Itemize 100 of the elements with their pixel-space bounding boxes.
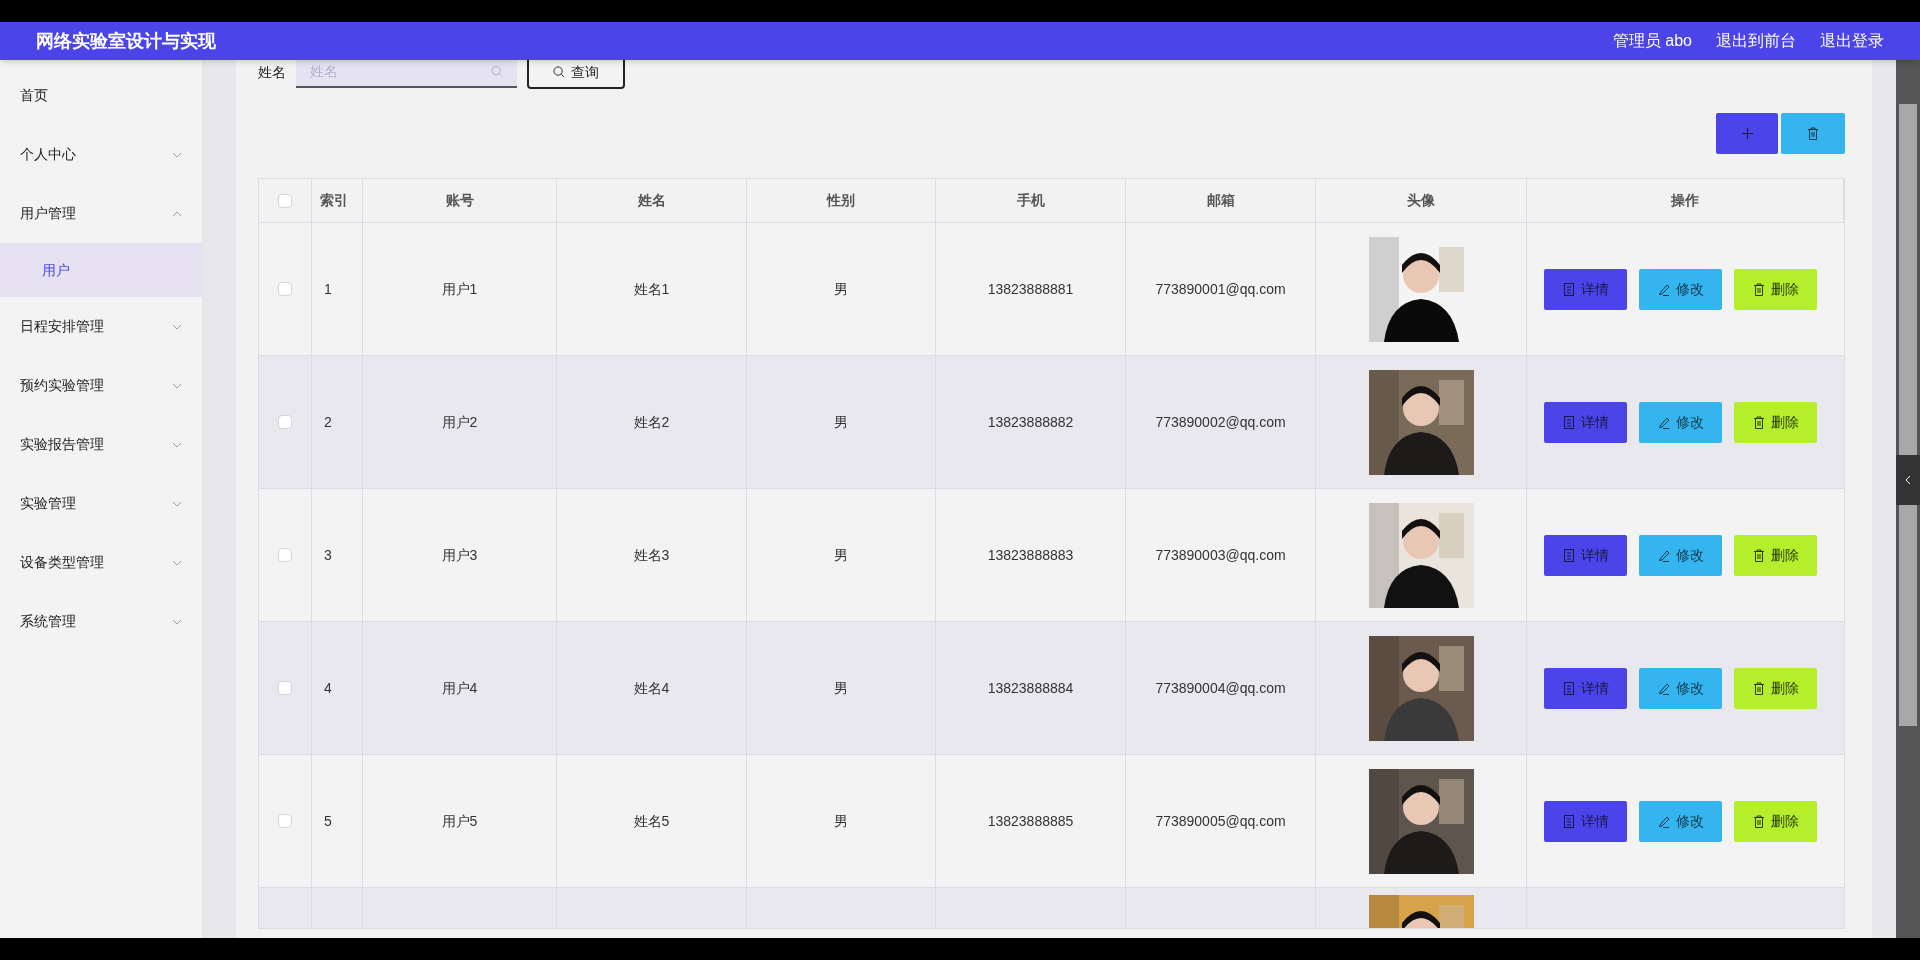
table-cell-text: 男 [834,678,848,698]
chevron-down-icon [172,323,182,330]
edit-button[interactable]: 修改 [1639,534,1722,576]
pencil-icon [1657,681,1670,695]
table-cell-text: 13823888883 [987,545,1074,565]
column-header: 操作 [1671,191,1699,210]
chevron-down-icon [172,151,182,158]
checkbox[interactable] [278,681,292,695]
sidebar-item[interactable]: 实验报告管理 [0,415,202,474]
table-cell-text: 1 [324,279,332,299]
plus-icon [1741,128,1753,139]
chevron-down-icon [172,441,182,448]
table-cell-text: 姓名5 [633,811,670,831]
header-link[interactable]: 退出登录 [1820,29,1884,53]
table-cell-text: 用户2 [441,412,478,432]
table-cell-text: 773890005@qq.com [1155,811,1286,831]
edit-button[interactable]: 修改 [1639,800,1722,842]
table-cell-text: 773890002@qq.com [1155,412,1286,432]
document-icon [1562,282,1575,296]
edit-button[interactable]: 修改 [1639,401,1722,443]
table-cell-text: 男 [834,279,848,299]
trash-icon [1752,548,1765,562]
document-icon [1562,814,1575,828]
column-header: 账号 [445,191,474,210]
add-button[interactable] [1716,113,1778,154]
chevron-down-icon [172,382,182,389]
table-cell-text: 姓名2 [633,412,670,432]
document-icon [1562,681,1575,695]
trash-icon [1752,282,1765,296]
column-header: 索引 [320,191,348,210]
delete-button[interactable]: 删除 [1734,800,1817,842]
trash-icon [1752,681,1765,695]
search-label: 姓名 [258,62,286,82]
column-header: 邮箱 [1206,191,1235,210]
edit-button[interactable]: 修改 [1639,268,1722,310]
column-header: 头像 [1407,191,1435,210]
collapse-handle[interactable] [1896,455,1920,505]
chevron-down-icon [172,618,182,625]
sidebar-item[interactable]: 系统管理 [0,592,202,651]
table-cell-text: 13823888885 [987,811,1074,831]
table-cell-text: 男 [834,412,848,432]
checkbox[interactable] [278,415,292,429]
table-cell-text: 姓名1 [633,279,670,299]
delete-button[interactable]: 删除 [1734,268,1817,310]
delete-button[interactable] [1781,113,1845,154]
delete-button[interactable]: 删除 [1734,401,1817,443]
chevron-down-icon [172,559,182,566]
sidebar-item[interactable]: 个人中心 [0,125,202,184]
table-cell-text: 773890001@qq.com [1155,279,1286,299]
table-cell-text: 用户3 [441,545,478,565]
checkbox[interactable] [278,193,292,208]
checkbox[interactable] [278,282,292,296]
table-cell-text: 男 [834,545,848,565]
chevron-up-icon [172,210,182,217]
scrollbar[interactable] [1896,60,1920,938]
sidebar-item[interactable]: 预约实验管理 [0,356,202,415]
document-icon [1562,415,1575,429]
trash-icon [1752,814,1765,828]
table-cell-text: 773890003@qq.com [1155,545,1286,565]
user-label: 管理员 abo [1612,31,1692,51]
table-cell-text: 13823888881 [987,279,1074,299]
trash-icon [1752,415,1765,429]
checkbox[interactable] [278,548,292,562]
table-cell-text: 用户5 [441,811,478,831]
delete-button[interactable]: 删除 [1734,534,1817,576]
search-icon [491,64,503,78]
table-cell-text: 4 [324,678,332,698]
table-cell-text: 5 [324,811,332,831]
sidebar-item[interactable]: 实验管理 [0,474,202,533]
column-header: 性别 [827,191,855,210]
sidebar-subitem[interactable]: 用户 [0,243,202,297]
table-cell-text: 2 [324,412,332,432]
sidebar-item[interactable]: 设备类型管理 [0,533,202,592]
pencil-icon [1657,548,1670,562]
header-link[interactable]: 退出到前台 [1716,29,1796,53]
trash-icon [1807,127,1819,140]
sidebar-item[interactable]: 日程安排管理 [0,297,202,356]
table-cell-text: 姓名4 [633,678,670,698]
chevron-down-icon [172,500,182,507]
table-cell-text: 男 [834,811,848,831]
table-cell-text: 13823888882 [987,412,1074,432]
pencil-icon [1657,415,1670,429]
table-cell-text: 13823888884 [987,678,1074,698]
search-button[interactable]: 查询 [527,60,625,89]
sidebar-item[interactable]: 用户管理 [0,184,202,243]
column-header: 姓名 [637,191,666,210]
table-cell-text: 用户1 [441,279,478,299]
delete-button[interactable]: 删除 [1734,667,1817,709]
checkbox[interactable] [278,814,292,828]
document-icon [1562,548,1575,562]
search-icon [553,66,565,78]
edit-button[interactable]: 修改 [1639,667,1722,709]
table-cell-text: 3 [324,545,332,565]
sidebar-item[interactable]: 首页 [0,66,202,125]
table-cell-text: 773890004@qq.com [1155,678,1286,698]
table-cell-text: 用户4 [441,678,478,698]
app-title: 网络实验室设计与实现 [36,29,216,53]
table-cell-text: 姓名3 [633,545,670,565]
pencil-icon [1657,282,1670,296]
column-header: 手机 [1016,191,1045,210]
